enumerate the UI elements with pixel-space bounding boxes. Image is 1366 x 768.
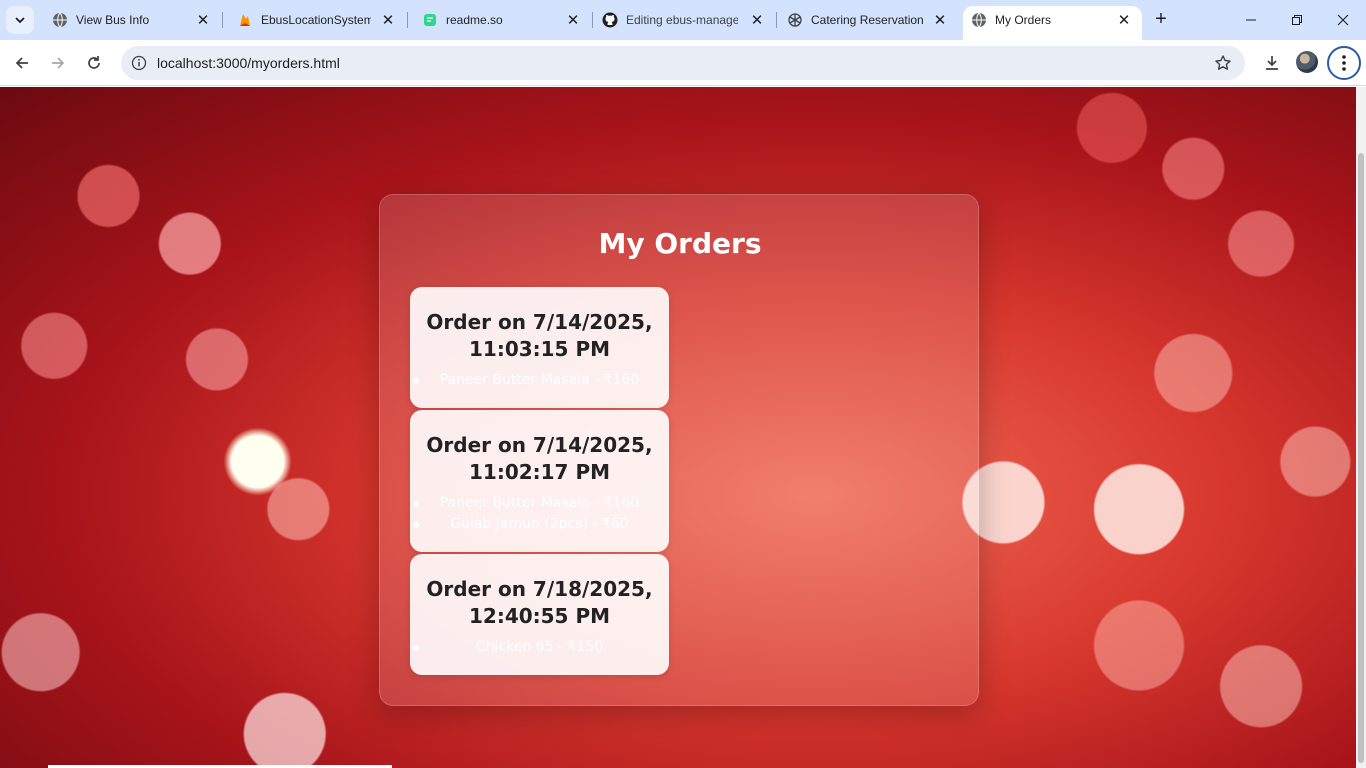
reload-icon [88, 56, 100, 69]
order-item: Paneer Butter Masala - ₹160 [410, 370, 669, 391]
download-icon [1266, 56, 1278, 70]
tab-title: Catering Reservation [811, 13, 923, 27]
tab-close-icon[interactable]: ✕ [931, 11, 949, 29]
github-icon [602, 12, 618, 28]
tab-separator [222, 12, 223, 28]
tab-catering-reservation[interactable]: Catering Reservation ✕ [778, 0, 958, 40]
tab-separator [407, 12, 408, 28]
firebase-icon [237, 12, 253, 28]
tab-close-icon[interactable]: ✕ [1115, 11, 1133, 29]
tab-close-icon[interactable]: ✕ [748, 11, 766, 29]
order-heading: Order on 7/14/2025, 11:02:17 PM [426, 433, 653, 484]
arrow-right-icon [52, 57, 65, 69]
restore-icon [1292, 15, 1302, 25]
forward-button[interactable] [46, 51, 70, 75]
chevron-down-icon [15, 17, 25, 24]
tab-search-button[interactable] [6, 6, 34, 34]
order-card: Order on 7/14/2025, 11:03:15 PM Paneer B… [410, 287, 669, 408]
address-bar[interactable]: localhost:3000/myorders.html [121, 46, 1245, 80]
tab-view-bus-info[interactable]: View Bus Info ✕ [40, 0, 220, 40]
new-tab-button[interactable]: + [1150, 9, 1172, 31]
page-title: My Orders [598, 227, 762, 260]
arrow-left-icon [15, 57, 28, 69]
site-info-icon[interactable] [129, 53, 149, 73]
tab-close-icon[interactable]: ✕ [194, 11, 212, 29]
tab-my-orders[interactable]: My Orders ✕ [963, 6, 1142, 40]
restore-button[interactable] [1274, 0, 1320, 40]
scrollbar-thumb[interactable] [1358, 153, 1364, 763]
tab-strip: View Bus Info ✕ EbusLocationSystem - ✕ r… [0, 0, 1366, 40]
order-items-list: Chicken 65 - ₹150 [410, 637, 669, 658]
tab-separator [776, 12, 777, 28]
minimize-icon [1246, 19, 1256, 21]
tab-readme-so[interactable]: readme.so ✕ [410, 0, 590, 40]
tab-separator [592, 12, 593, 28]
page-viewport: My Orders Order on 7/14/2025, 11:03:15 P… [0, 87, 1356, 768]
tab-editing-ebus-manage[interactable]: Editing ebus-manage ✕ [594, 0, 774, 40]
back-button[interactable] [10, 51, 34, 75]
downloads-button[interactable] [1260, 51, 1284, 75]
order-item: Gulab Jamun (2pcs) - ₹60 [410, 514, 669, 535]
globe-icon [971, 12, 987, 28]
reload-button[interactable] [82, 51, 106, 75]
readme-so-icon [422, 12, 438, 28]
browser-toolbar: localhost:3000/myorders.html [0, 40, 1366, 86]
more-vertical-icon [1342, 55, 1346, 71]
plus-icon: + [1155, 8, 1167, 30]
tab-title: readme.so [446, 13, 503, 27]
orders-panel: My Orders Order on 7/14/2025, 11:03:15 P… [379, 194, 979, 706]
tab-close-icon[interactable]: ✕ [379, 11, 397, 29]
order-items-list: Paneer Butter Masala - ₹160 [410, 370, 669, 391]
tab-title: My Orders [995, 13, 1052, 27]
chatgpt-icon [787, 12, 803, 28]
tab-title: View Bus Info [76, 13, 150, 27]
order-heading: Order on 7/18/2025, 12:40:55 PM [426, 577, 653, 628]
order-item: Chicken 65 - ₹150 [410, 637, 669, 658]
close-icon [1337, 14, 1349, 26]
order-card: Order on 7/18/2025, 12:40:55 PM Chicken … [410, 554, 669, 675]
profile-avatar[interactable] [1296, 51, 1318, 73]
bookmark-star-icon[interactable] [1213, 53, 1233, 73]
tab-title: EbusLocationSystem - [261, 13, 371, 27]
minimize-button[interactable] [1228, 0, 1274, 40]
browser-menu-button[interactable] [1327, 46, 1361, 80]
order-heading: Order on 7/14/2025, 11:03:15 PM [426, 310, 653, 361]
url-text[interactable]: localhost:3000/myorders.html [157, 55, 340, 71]
tab-close-icon[interactable]: ✕ [564, 11, 582, 29]
order-items-list: Paneer Butter Masala - ₹160 Gulab Jamun … [410, 493, 669, 535]
order-card: Order on 7/14/2025, 11:02:17 PM Paneer B… [410, 410, 669, 552]
close-window-button[interactable] [1320, 0, 1366, 40]
page-scrollbar[interactable] [1356, 87, 1366, 768]
tab-ebus-location-system[interactable]: EbusLocationSystem - ✕ [225, 0, 405, 40]
order-item: Paneer Butter Masala - ₹160 [410, 493, 669, 514]
tab-title: Editing ebus-manage [626, 13, 738, 27]
globe-icon [52, 12, 68, 28]
